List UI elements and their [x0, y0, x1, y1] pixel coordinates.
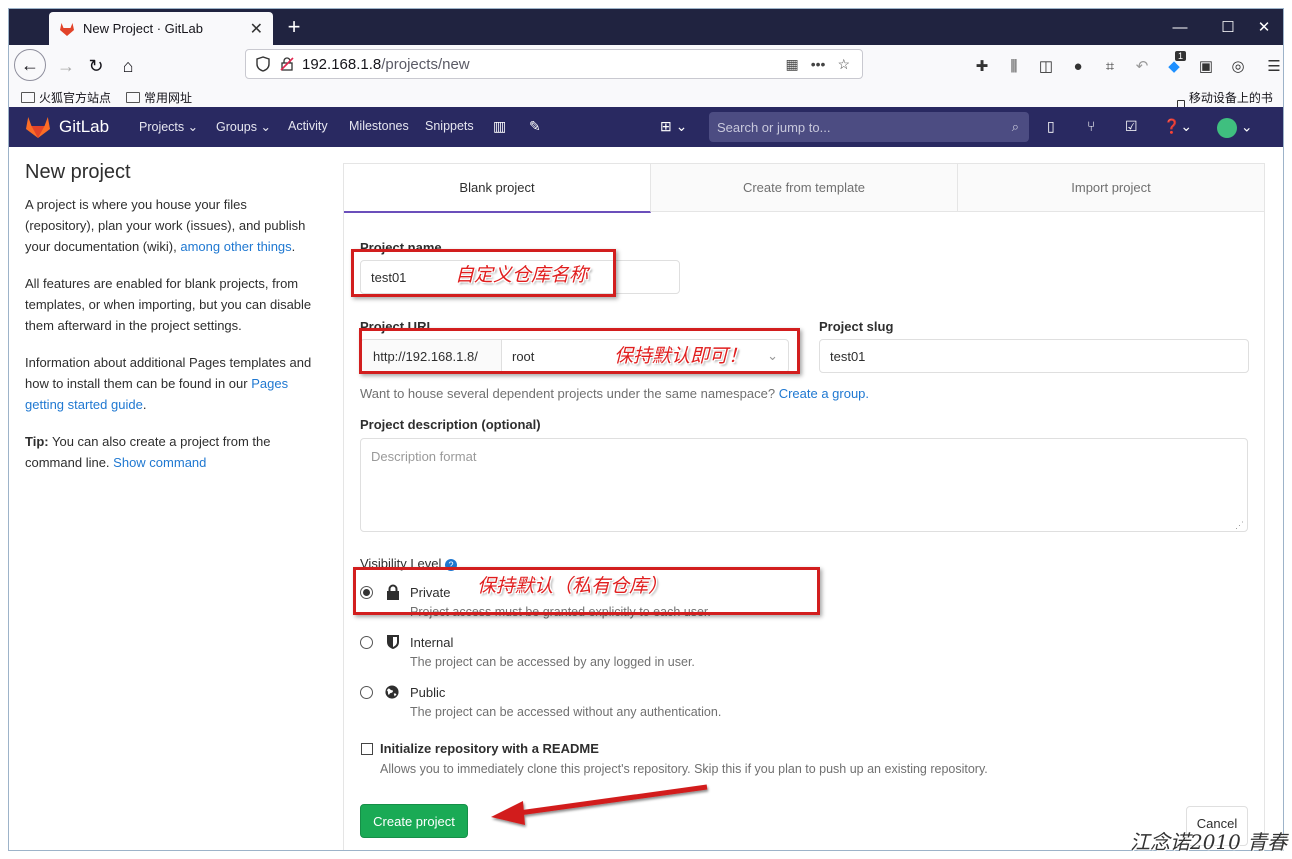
- menu-icon[interactable]: ☰: [1263, 55, 1283, 77]
- description-textarea[interactable]: Description format ⋰: [360, 438, 1248, 532]
- project-slug-label: Project slug: [819, 319, 894, 334]
- user-avatar[interactable]: ⌄: [1217, 118, 1253, 138]
- project-slug-input[interactable]: test01: [819, 339, 1249, 373]
- shield-icon: [387, 635, 399, 649]
- annotation-name-note: 自定义仓库名称: [455, 264, 589, 286]
- screenshot-icon[interactable]: ⌗: [1099, 55, 1121, 77]
- reload-icon[interactable]: ↻: [81, 51, 111, 81]
- visibility-internal-desc: The project can be accessed by any logge…: [410, 655, 695, 669]
- tab-blank-project[interactable]: Blank project: [344, 164, 651, 213]
- close-tab-icon[interactable]: ✕: [250, 19, 263, 39]
- tab-import-project[interactable]: Import project: [958, 164, 1264, 212]
- folder-icon: [126, 92, 140, 103]
- sync-icon[interactable]: ◎: [1227, 55, 1249, 77]
- avatar-icon: [1217, 118, 1237, 138]
- bookmark-folder-firefox[interactable]: 火狐官方站点: [21, 89, 111, 106]
- sidebar-tip: Tip: You can also create a project from …: [25, 434, 271, 470]
- addon-icon[interactable]: ▣: [1195, 55, 1217, 77]
- visibility-public-desc: The project can be accessed without any …: [410, 705, 722, 719]
- qr-code-icon[interactable]: ▦: [785, 56, 798, 73]
- todo-icon[interactable]: ▯: [1047, 118, 1055, 135]
- sidebar-intro: A project is where you house your files …: [25, 197, 306, 254]
- account-avatar-icon[interactable]: ●: [1067, 55, 1089, 77]
- annotation-arrow-icon: [491, 784, 708, 825]
- readme-checkbox[interactable]: [361, 743, 373, 755]
- library-icon[interactable]: ⫼: [1003, 55, 1025, 77]
- visibility-internal-title: Internal: [410, 635, 454, 650]
- visibility-internal-radio[interactable]: [360, 636, 373, 649]
- forward-icon[interactable]: →: [51, 51, 81, 81]
- tab-strip: New Project · GitLab ✕ + — ☐ ✕: [9, 9, 1283, 45]
- new-project-sidebar: New project A project is where you house…: [25, 161, 315, 489]
- more-actions-icon[interactable]: •••: [811, 56, 826, 72]
- readme-desc: Allows you to immediately clone this pro…: [380, 762, 988, 776]
- home-icon[interactable]: ⌂: [113, 51, 143, 81]
- project-tabs: Blank project Create from template Impor…: [344, 164, 1264, 213]
- navigation-toolbar: ← → ↻ ⌂ 192.168.1.8/projects/new ▦ ••• ☆…: [9, 45, 1283, 87]
- create-group-link[interactable]: Create a group.: [779, 386, 869, 401]
- notification-icon[interactable]: ◆ 1: [1163, 51, 1187, 77]
- bookmark-star-icon[interactable]: ☆: [837, 56, 850, 73]
- nav-snippets[interactable]: Snippets: [425, 119, 474, 133]
- tab-create-from-template[interactable]: Create from template: [651, 164, 958, 212]
- create-project-button[interactable]: Create project: [360, 804, 468, 838]
- browser-window: New Project · GitLab ✕ + — ☐ ✕ ← → ↻ ⌂ 1…: [8, 8, 1284, 851]
- description-label: Project description (optional): [360, 417, 541, 432]
- issues-icon[interactable]: ☑: [1125, 118, 1138, 135]
- new-tab-icon[interactable]: +: [281, 14, 307, 40]
- nav-groups[interactable]: Groups ⌄: [216, 119, 271, 134]
- bookmarks-bar: 火狐官方站点 常用网址 移动设备上的书签: [9, 87, 1283, 122]
- page-title: New project: [25, 161, 131, 183]
- merge-requests-icon[interactable]: ⑂: [1087, 118, 1095, 134]
- search-input[interactable]: Search or jump to... ⌕: [709, 112, 1029, 142]
- among-other-things-link[interactable]: among other things: [180, 239, 291, 254]
- undo-icon[interactable]: ↶: [1131, 55, 1153, 77]
- gitlab-favicon-icon: [60, 22, 74, 36]
- back-icon[interactable]: ←: [14, 49, 46, 81]
- sidebar-pages-info: Information about additional Pages templ…: [25, 355, 312, 412]
- sidebar-icon[interactable]: ◫: [1035, 55, 1057, 77]
- insecure-lock-icon[interactable]: [280, 57, 294, 71]
- globe-icon: [385, 685, 399, 699]
- help-icon[interactable]: ❓⌄: [1163, 118, 1192, 135]
- sidebar-features: All features are enabled for blank proje…: [25, 276, 312, 333]
- analytics-icon[interactable]: ▥: [493, 118, 506, 135]
- address-bar[interactable]: 192.168.1.8/projects/new ▦ ••• ☆: [245, 49, 863, 79]
- folder-icon: [21, 92, 35, 103]
- gitlab-home-link[interactable]: GitLab: [25, 115, 109, 139]
- gitlab-header: GitLab Projects ⌄ Groups ⌄ Activity Mile…: [9, 107, 1283, 147]
- readme-label: Initialize repository with a README: [380, 741, 599, 756]
- window-close-icon[interactable]: ✕: [1241, 9, 1283, 45]
- admin-wrench-icon[interactable]: ✎: [529, 118, 541, 135]
- show-command-link[interactable]: Show command: [113, 455, 206, 470]
- url-text: 192.168.1.8/projects/new: [302, 55, 470, 73]
- watermark: 江念诺2010 青春: [1130, 830, 1288, 854]
- gitlab-logo-icon: [26, 117, 50, 138]
- bookmark-folder-common[interactable]: 常用网址: [126, 89, 192, 106]
- annotation-url-note: 保持默认即可！: [614, 345, 748, 367]
- resize-handle-icon[interactable]: ⋰: [1235, 520, 1244, 531]
- nav-activity[interactable]: Activity: [288, 119, 328, 133]
- shield-icon[interactable]: [256, 56, 270, 72]
- browser-tab[interactable]: New Project · GitLab ✕: [49, 12, 273, 45]
- tab-title: New Project · GitLab: [83, 21, 203, 36]
- group-help-text: Want to house several dependent projects…: [360, 386, 870, 401]
- visibility-public-title: Public: [410, 685, 446, 700]
- visibility-public-radio[interactable]: [360, 686, 373, 699]
- notification-badge: 1: [1175, 51, 1187, 61]
- minimize-icon[interactable]: —: [1157, 9, 1203, 45]
- search-icon: ⌕: [1011, 119, 1019, 134]
- nav-milestones[interactable]: Milestones: [349, 119, 409, 133]
- new-dropdown-icon[interactable]: ⊞ ⌄: [660, 118, 687, 135]
- extensions-icon[interactable]: ✚: [971, 55, 993, 77]
- nav-projects[interactable]: Projects ⌄: [139, 119, 198, 134]
- annotation-visibility-note: 保持默认（私有仓库）: [477, 575, 668, 597]
